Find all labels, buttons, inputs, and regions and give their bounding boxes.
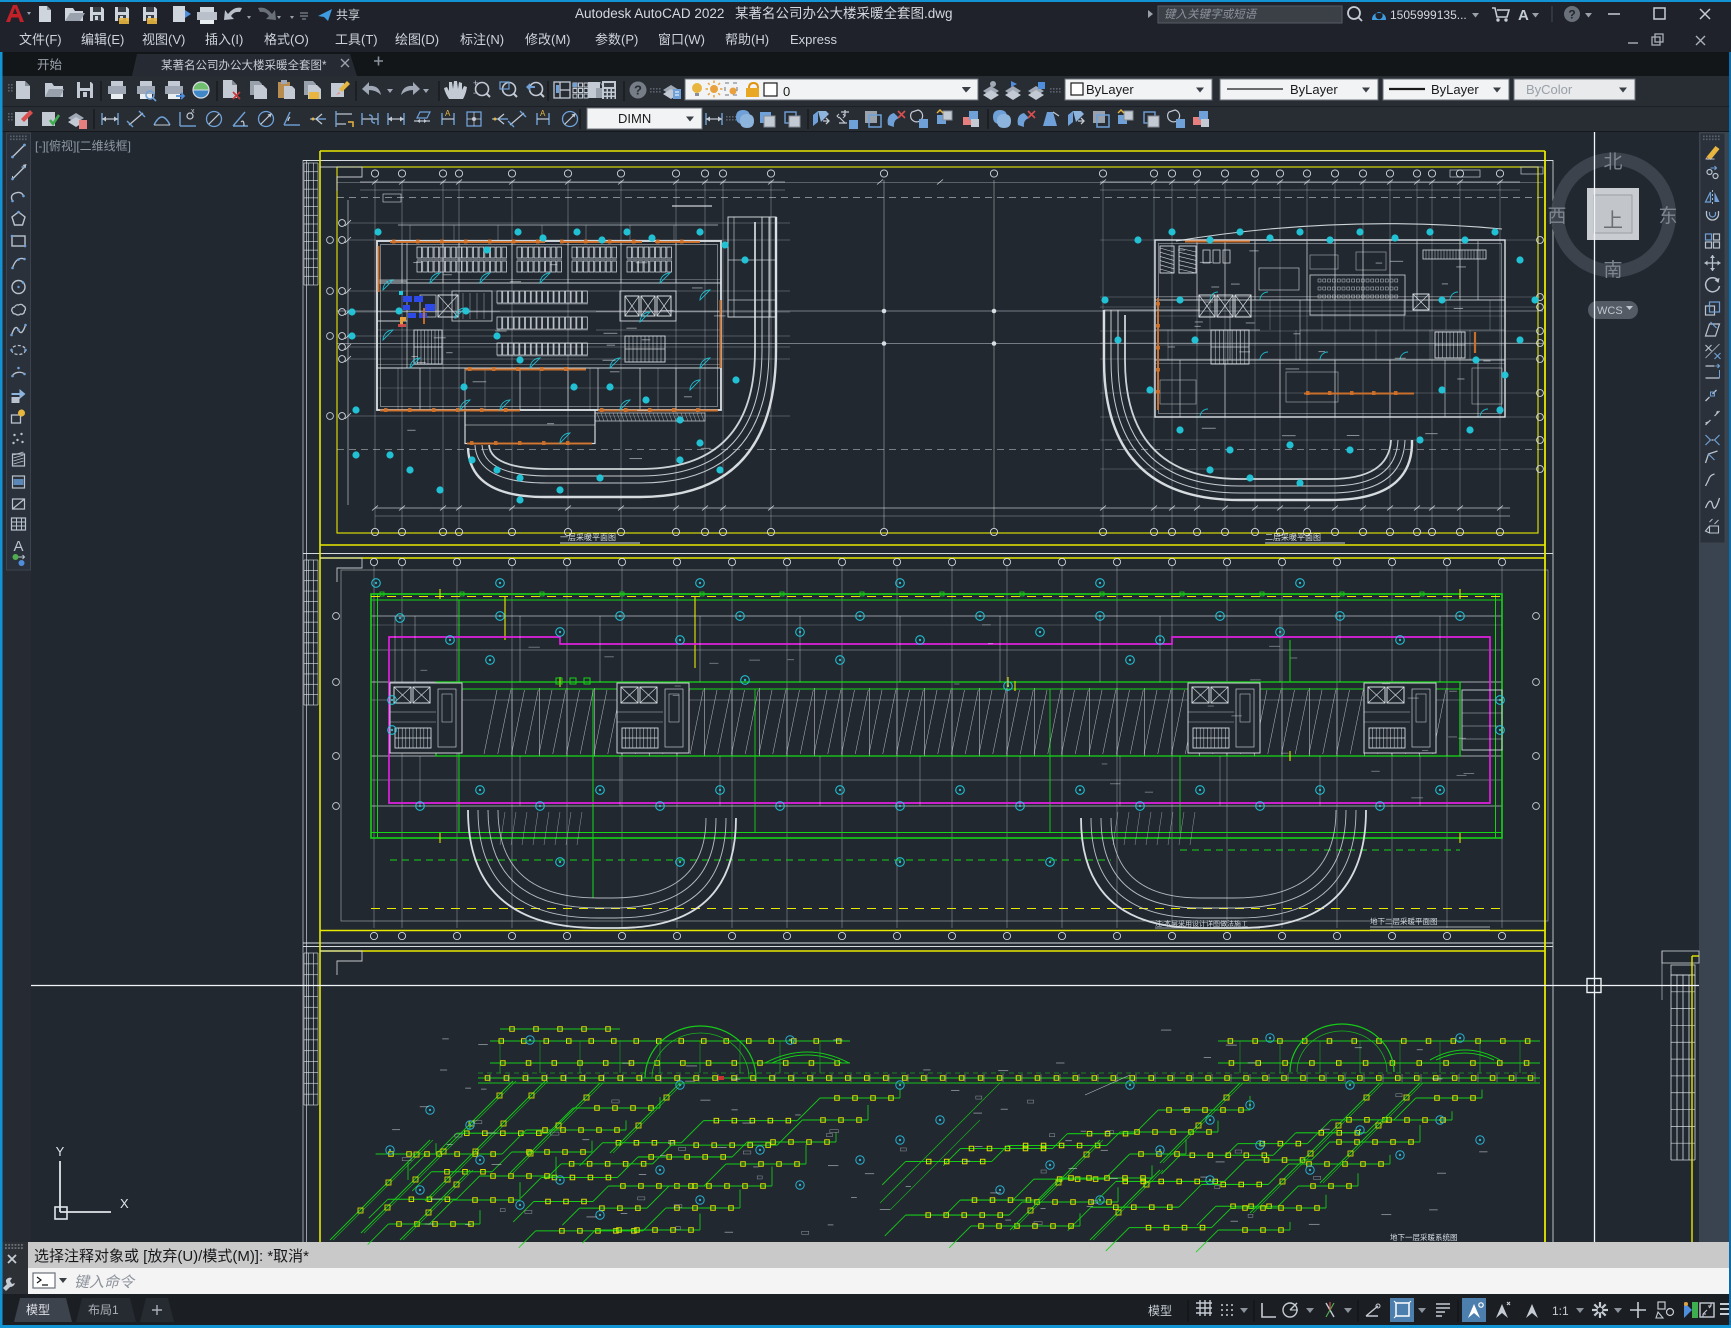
svg-text:A: A (1518, 7, 1529, 24)
svg-text:地下一层采暖系统图: 地下一层采暖系统图 (1390, 1232, 1458, 1242)
svg-text:标注(N): 标注(N) (460, 32, 504, 47)
svg-text:DIMN: DIMN (618, 111, 651, 126)
svg-text:帮助(H): 帮助(H) (725, 32, 769, 47)
svg-text:开始: 开始 (37, 58, 63, 72)
svg-text:东: 东 (1658, 205, 1677, 227)
svg-text:x: x (191, 108, 195, 115)
svg-text:?: ? (1568, 8, 1575, 22)
svg-text:0: 0 (783, 84, 790, 99)
svg-text:上: 上 (1603, 209, 1623, 232)
svg-text:格式(O): 格式(O) (264, 32, 309, 47)
svg-text:+: + (473, 78, 478, 88)
svg-text:?: ? (634, 83, 642, 98)
svg-text:WCS: WCS (1597, 305, 1623, 317)
svg-text:共享: 共享 (336, 7, 360, 22)
svg-text:文件(F): 文件(F) (19, 32, 62, 47)
svg-text:布局1: 布局1 (88, 1303, 119, 1317)
svg-text:某著名公司办公大楼采暖全套图*: 某著名公司办公大楼采暖全套图* (161, 58, 327, 72)
svg-text:视图(V): 视图(V) (142, 32, 185, 47)
svg-text:编辑(E): 编辑(E) (81, 32, 124, 47)
svg-text:北: 北 (1603, 151, 1622, 173)
svg-text:某著名公司办公大楼采暖全套图.dwg: 某著名公司办公大楼采暖全套图.dwg (735, 5, 953, 21)
svg-text:注:本层采用设计详图做法施工: 注:本层采用设计详图做法施工 (1155, 919, 1248, 928)
svg-text:模型: 模型 (26, 1303, 50, 1317)
svg-text:ByLayer: ByLayer (1086, 82, 1134, 97)
svg-text:西: 西 (1547, 206, 1566, 227)
svg-text:一层采暖平面图: 一层采暖平面图 (560, 532, 616, 542)
svg-text:[-][俯视][二维线框]: [-][俯视][二维线框] (35, 138, 131, 153)
svg-text:选择注释对象或 [放弃(U)/模式(M)]: *取消*: 选择注释对象或 [放弃(U)/模式(M)]: *取消* (34, 1248, 309, 1265)
svg-text:二层采暖平面图: 二层采暖平面图 (1265, 532, 1321, 542)
svg-text:插入(I): 插入(I) (205, 32, 243, 47)
svg-text:南: 南 (1603, 259, 1622, 281)
svg-text:修改(M): 修改(M) (525, 32, 571, 47)
svg-text:窗口(W): 窗口(W) (658, 32, 705, 47)
svg-text:Y: Y (56, 1144, 65, 1159)
svg-text:ByColor: ByColor (1526, 82, 1573, 97)
svg-text:−: − (473, 88, 478, 98)
svg-text:1:1: 1:1 (1552, 1304, 1569, 1318)
svg-text:ByLayer: ByLayer (1431, 82, 1479, 97)
svg-text:A: A (13, 538, 23, 555)
svg-text:工具(T): 工具(T) (335, 32, 378, 47)
svg-text:地下二层采暖平面图: 地下二层采暖平面图 (1370, 916, 1438, 926)
svg-text:X: X (120, 1196, 129, 1211)
svg-text:Express: Express (790, 32, 837, 47)
svg-text:模型: 模型 (1148, 1304, 1172, 1318)
svg-text:A: A (445, 109, 451, 118)
svg-text:键入关键字或短语: 键入关键字或短语 (1164, 8, 1257, 21)
svg-text:绘图(D): 绘图(D) (395, 32, 439, 47)
svg-text:参数(P): 参数(P) (595, 32, 638, 47)
svg-text:ByLayer: ByLayer (1290, 82, 1338, 97)
svg-text:A: A (540, 109, 546, 118)
svg-text:键入命令: 键入命令 (74, 1274, 136, 1291)
svg-text:Autodesk AutoCAD 2022: Autodesk AutoCAD 2022 (575, 6, 724, 21)
svg-text:1505999135...: 1505999135... (1390, 8, 1467, 22)
